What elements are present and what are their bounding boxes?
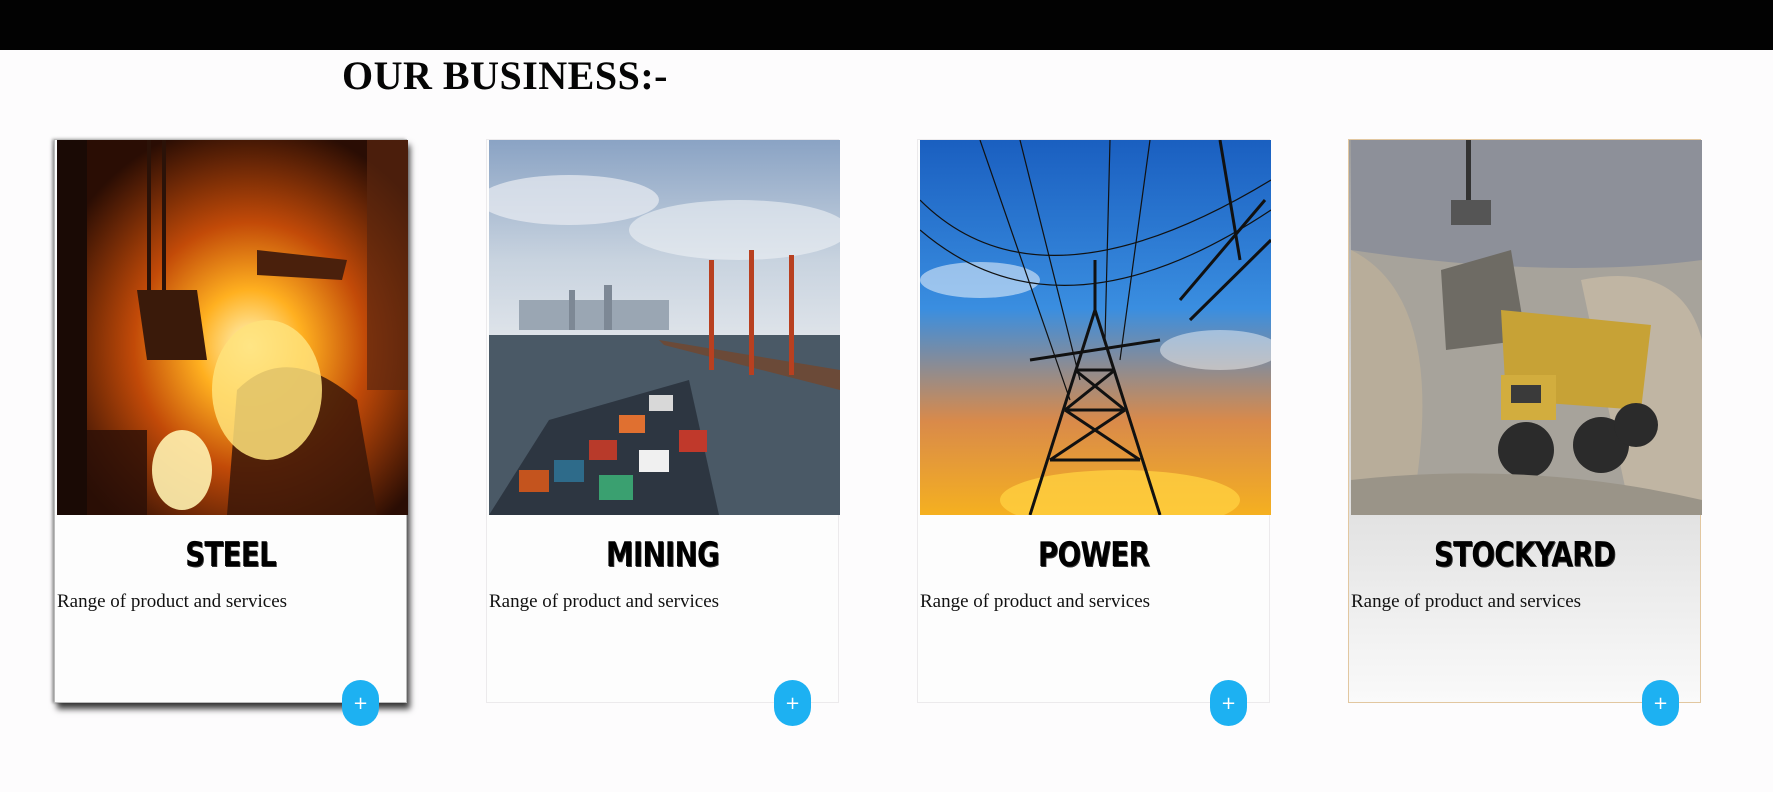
section-title: OUR BUSINESS:- bbox=[342, 53, 668, 98]
business-card-mining[interactable]: MINING Range of product and services bbox=[486, 139, 840, 703]
power-expand-button[interactable]: + bbox=[1210, 680, 1247, 726]
card-title: MINING bbox=[605, 535, 720, 575]
card-title: STEEL bbox=[185, 535, 277, 575]
stockyard-expand-button[interactable]: + bbox=[1642, 680, 1679, 726]
power-transmission-tower-image bbox=[920, 140, 1271, 515]
card-title: POWER bbox=[1037, 535, 1150, 575]
steel-expand-button[interactable]: + bbox=[342, 680, 379, 726]
card-description: Range of product and services bbox=[489, 591, 720, 612]
card-title: STOCKYARD bbox=[1433, 535, 1616, 575]
business-card-steel[interactable]: STEEL Range of product and services bbox=[54, 139, 408, 703]
card-description: Range of product and services bbox=[57, 591, 288, 612]
card-description: Range of product and services bbox=[920, 591, 1151, 612]
mining-expand-button[interactable]: + bbox=[774, 680, 811, 726]
steel-furnace-image bbox=[57, 140, 408, 515]
top-bar bbox=[0, 0, 1773, 50]
port-cargo-ship-image bbox=[489, 140, 840, 515]
card-description: Range of product and services bbox=[1351, 591, 1582, 612]
mining-dump-truck-image bbox=[1351, 140, 1702, 515]
business-card-stockyard[interactable]: STOCKYARD Range of product and services bbox=[1348, 139, 1702, 703]
business-card-power[interactable]: POWER Range of product and services bbox=[917, 139, 1271, 703]
